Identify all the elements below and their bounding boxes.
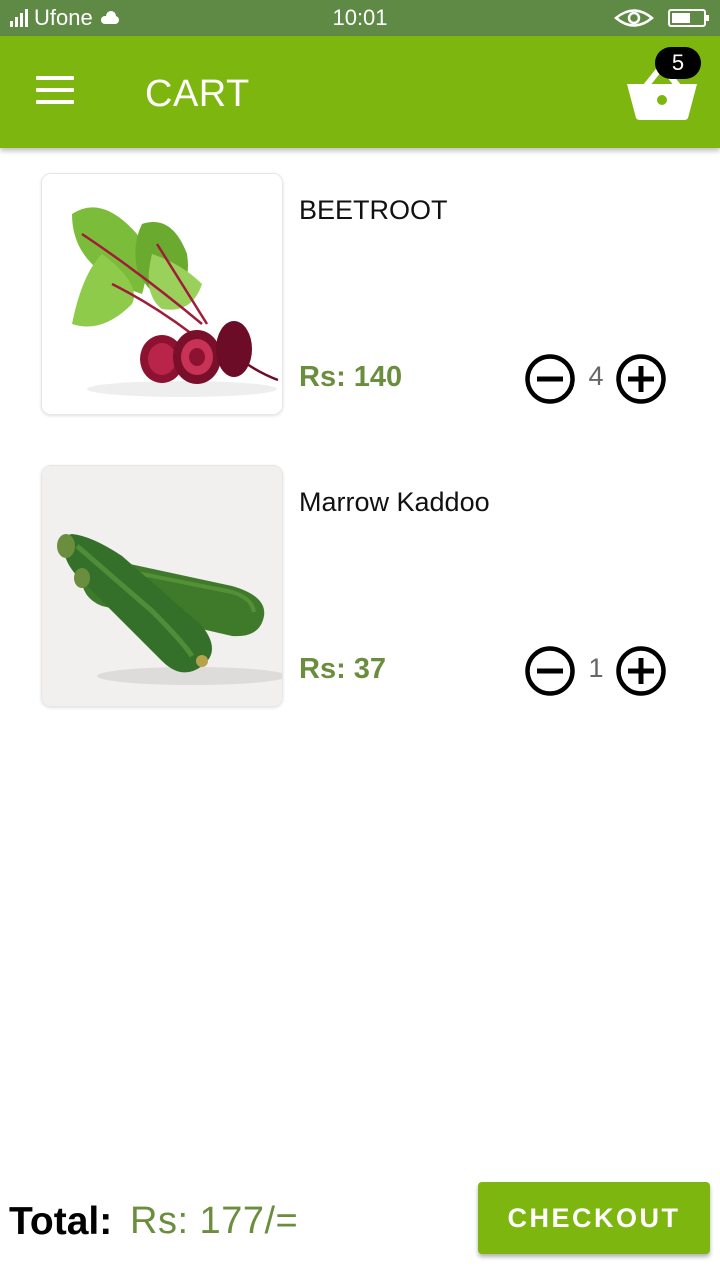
minus-circle-icon: [525, 646, 575, 696]
battery-icon: [668, 9, 709, 27]
increase-quantity-button[interactable]: [615, 353, 667, 405]
total-value: Rs: 177/=: [130, 1200, 299, 1242]
cart-item: Marrow Kaddoo Rs: 37 1: [0, 465, 720, 707]
cart-count-badge: 5: [655, 47, 701, 79]
increase-quantity-button[interactable]: [615, 645, 667, 697]
item-price: Rs: 140: [299, 361, 403, 393]
eye-icon: [614, 9, 654, 27]
status-bar: Ufone 10:01: [0, 0, 720, 36]
decrease-quantity-button[interactable]: [524, 353, 576, 405]
minus-circle-icon: [525, 354, 575, 404]
total-label: Total:: [9, 1200, 113, 1243]
checkout-button[interactable]: CHECKOUT: [478, 1182, 710, 1254]
item-name: BEETROOT: [299, 195, 448, 225]
status-right: [614, 0, 709, 36]
app-bar: CART: [0, 36, 720, 148]
status-time: 10:01: [332, 5, 388, 30]
hamburger-menu-icon[interactable]: [36, 76, 76, 106]
page-title: CART: [145, 73, 250, 115]
battery-fill: [672, 13, 690, 23]
cart-item: BEETROOT Rs: 140 4: [0, 173, 720, 415]
beetroot-image: [41, 173, 283, 415]
item-name: Marrow Kaddoo: [299, 487, 490, 517]
quantity-value: 4: [588, 361, 604, 391]
decrease-quantity-button[interactable]: [524, 645, 576, 697]
plus-circle-icon: [616, 354, 666, 404]
quantity-value: 1: [588, 653, 604, 683]
marrow-image: [41, 465, 283, 707]
item-price: Rs: 37: [299, 653, 387, 685]
plus-circle-icon: [616, 646, 666, 696]
